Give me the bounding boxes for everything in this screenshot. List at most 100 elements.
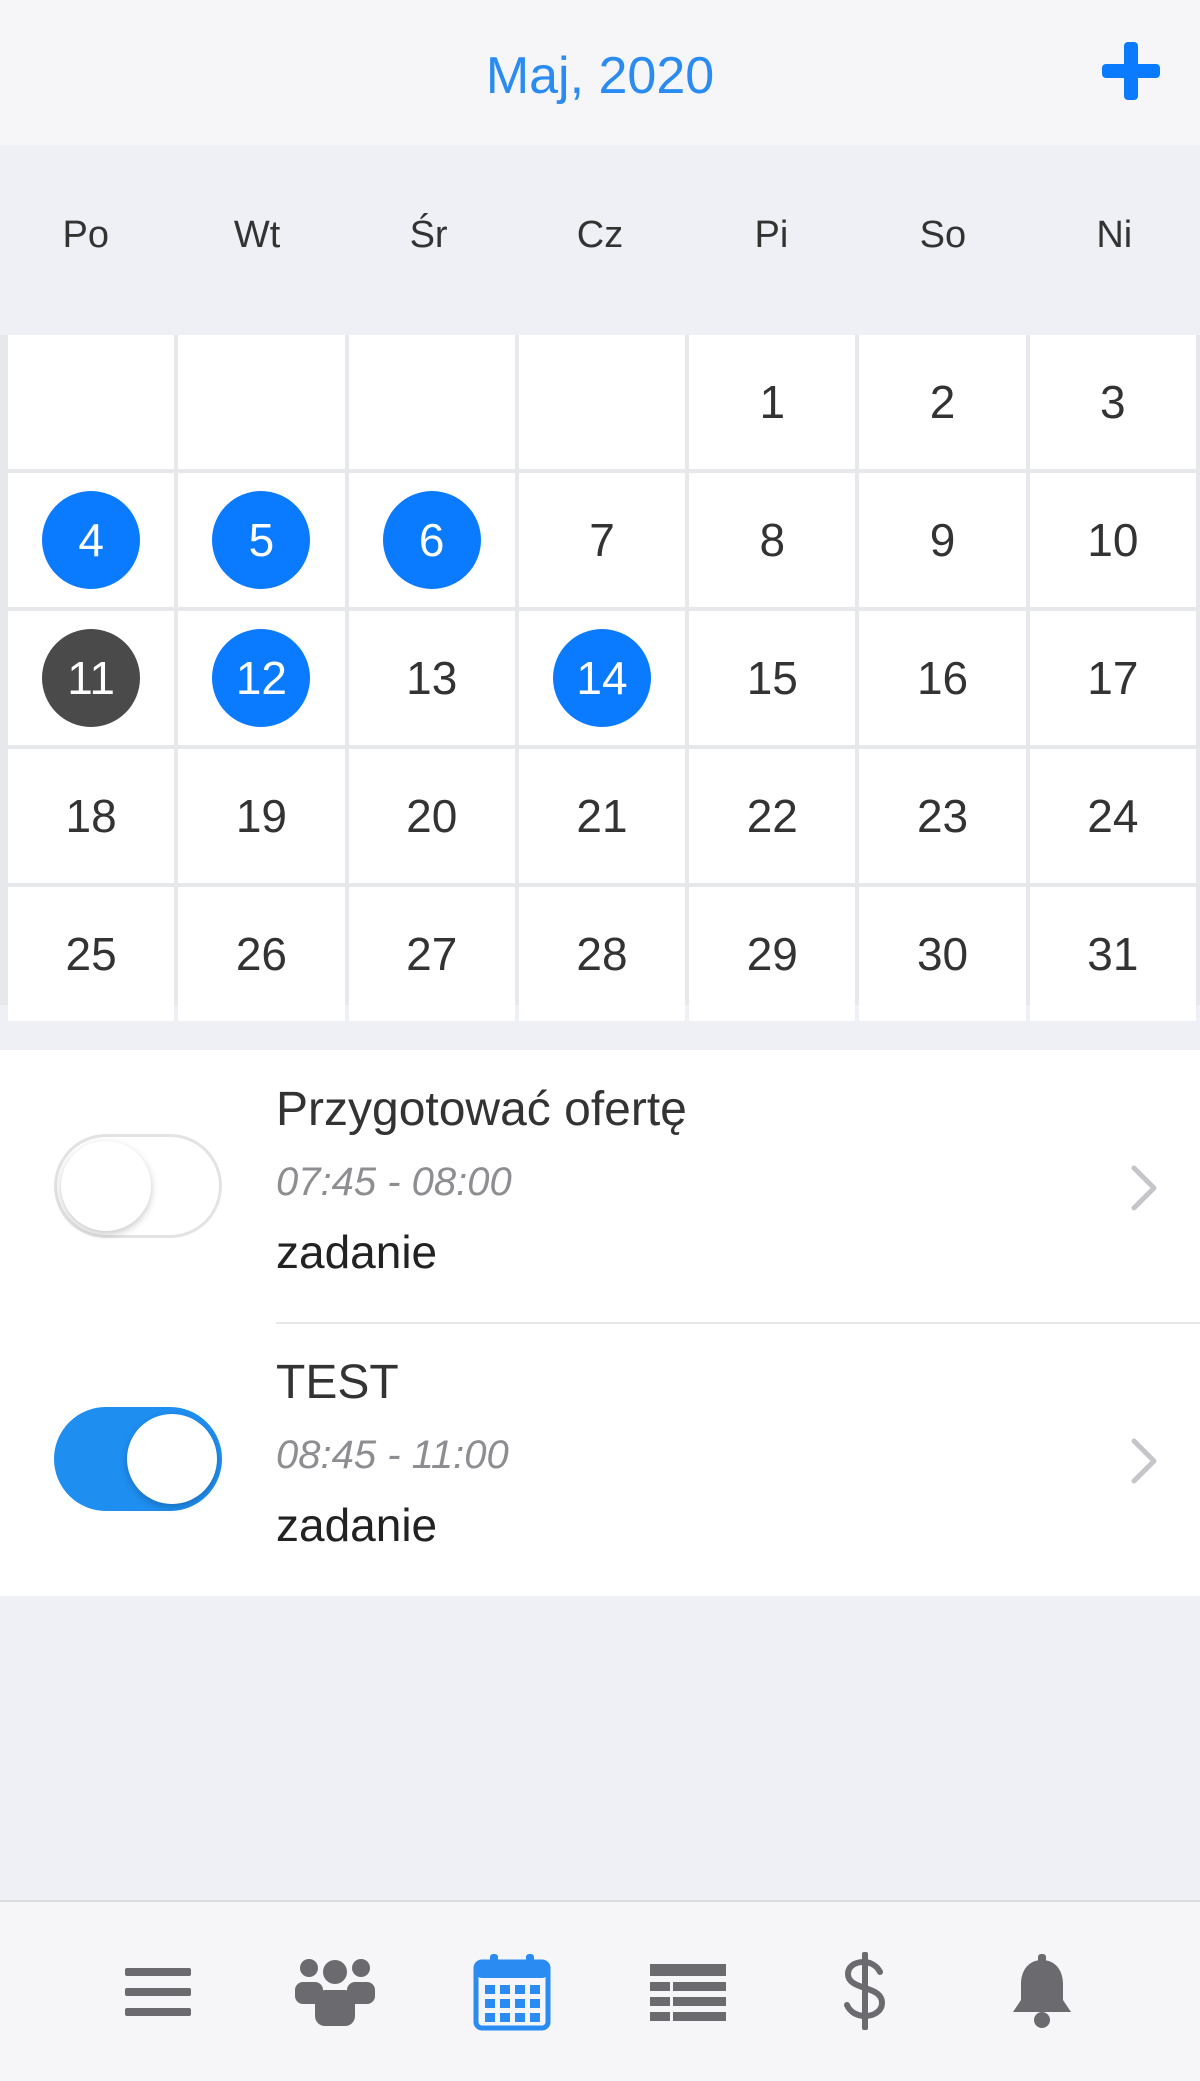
day-number: 24 — [1087, 790, 1139, 842]
day-number: 9 — [929, 514, 956, 566]
weekday-header: Po Wt Śr Cz Pi So Ni — [0, 145, 1200, 335]
day-number: 5 — [212, 491, 311, 589]
calendar-day[interactable]: 16 — [859, 611, 1026, 745]
calendar-empty-cell — [178, 335, 345, 469]
event-row[interactable]: Przygotować ofertę 07:45 - 08:00 zadanie — [0, 1050, 1200, 1324]
calendar-day[interactable]: 5 — [178, 473, 345, 607]
calendar-day[interactable]: 4 — [8, 473, 175, 607]
event-title: TEST — [276, 1356, 399, 1409]
day-number — [553, 353, 651, 451]
calendar-day[interactable]: 17 — [1029, 611, 1196, 745]
calendar-day[interactable]: 9 — [859, 473, 1026, 607]
calendar-day[interactable]: 26 — [178, 887, 345, 1021]
calendar-day[interactable]: 30 — [859, 887, 1026, 1021]
weekday-label: Pi — [754, 213, 789, 256]
tab-menu[interactable] — [108, 1942, 208, 2042]
event-toggle[interactable] — [54, 1407, 222, 1511]
chevron-right-icon — [1131, 1438, 1157, 1484]
calendar-empty-cell — [518, 335, 686, 469]
chevron-right-icon — [1131, 1165, 1157, 1211]
day-number: 31 — [1087, 928, 1139, 980]
calendar-empty-cell — [348, 335, 515, 469]
day-number: 14 — [552, 629, 651, 727]
calendar-day[interactable]: 27 — [348, 887, 515, 1021]
calendar-day[interactable]: 23 — [859, 749, 1026, 883]
calendar-day[interactable]: 28 — [518, 887, 686, 1021]
day-number: 8 — [759, 514, 786, 566]
toggle-knob — [61, 1141, 151, 1231]
calendar-day[interactable]: 19 — [178, 749, 345, 883]
header: Maj, 2020 — [0, 0, 1200, 145]
calendar-day[interactable]: 18 — [8, 749, 175, 883]
event-title: Przygotować ofertę — [276, 1083, 687, 1136]
dollar-icon — [843, 1951, 885, 2030]
calendar-day[interactable]: 13 — [348, 611, 515, 745]
day-number: 26 — [235, 928, 287, 980]
day-number: 13 — [406, 652, 458, 704]
weekday-label: So — [919, 213, 967, 256]
bell-icon — [1012, 1953, 1071, 2028]
tab-list[interactable] — [638, 1942, 738, 2042]
tab-calendar[interactable] — [462, 1942, 562, 2042]
day-number: 28 — [576, 928, 628, 980]
calendar-grid: 1 2 3 4 5 6 7 8 9 10 11 12 13 14 15 16 17 18 19 20 21 22 23 24 2… — [0, 335, 1200, 1021]
calendar-day[interactable]: 21 — [518, 749, 686, 883]
day-number: 27 — [406, 928, 458, 980]
calendar-day[interactable]: 3 — [1029, 335, 1196, 469]
event-row[interactable]: TEST 08:45 - 11:00 zadanie — [0, 1323, 1200, 1596]
day-number — [212, 353, 310, 451]
tab-contacts[interactable] — [285, 1942, 385, 2042]
day-number: 18 — [65, 790, 117, 842]
day-number: 6 — [382, 491, 481, 589]
calendar-day[interactable]: 7 — [518, 473, 686, 607]
day-number: 1 — [759, 376, 786, 428]
day-number: 7 — [589, 514, 615, 566]
list-icon — [650, 1963, 727, 2021]
event-type: zadanie — [276, 1226, 438, 1278]
calendar-icon — [473, 1953, 551, 2030]
calendar-day[interactable]: 6 — [348, 473, 515, 607]
calendar-day[interactable]: 11 — [8, 611, 175, 745]
menu-icon — [125, 1967, 192, 2016]
calendar-day[interactable]: 15 — [689, 611, 856, 745]
weekday-label: Śr — [409, 213, 448, 256]
add-event-button[interactable] — [1100, 40, 1162, 102]
event-time: 08:45 - 11:00 — [276, 1433, 509, 1477]
calendar-day[interactable]: 25 — [8, 887, 175, 1021]
calendar-day[interactable]: 24 — [1029, 749, 1196, 883]
calendar-day[interactable]: 20 — [348, 749, 515, 883]
calendar-day[interactable]: 31 — [1029, 887, 1196, 1021]
day-number: 15 — [746, 652, 798, 704]
day-number: 25 — [65, 928, 117, 980]
tab-finance[interactable] — [815, 1942, 915, 2042]
event-toggle[interactable] — [54, 1134, 222, 1238]
contacts-icon — [294, 1958, 375, 2026]
calendar-day[interactable]: 29 — [689, 887, 856, 1021]
day-number: 30 — [916, 928, 969, 980]
calendar-day[interactable]: 14 — [518, 611, 686, 745]
event-time: 07:45 - 08:00 — [276, 1160, 512, 1204]
month-title[interactable]: Maj, 2020 — [0, 46, 1200, 106]
day-number: 21 — [576, 790, 628, 842]
event-type: zadanie — [276, 1499, 438, 1551]
tab-notifications[interactable] — [992, 1942, 1092, 2042]
tab-bar — [0, 1900, 1200, 2081]
day-number: 23 — [916, 790, 969, 842]
calendar-day[interactable]: 22 — [689, 749, 856, 883]
calendar-day[interactable]: 1 — [689, 335, 856, 469]
weekday-label: Ni — [1096, 213, 1133, 256]
calendar-day[interactable]: 10 — [1029, 473, 1196, 607]
calendar-empty-cell — [8, 335, 175, 469]
day-number: 20 — [406, 790, 458, 842]
day-number: 2 — [929, 376, 956, 428]
day-number: 12 — [212, 629, 311, 727]
day-number: 19 — [235, 790, 287, 842]
day-number: 3 — [1100, 376, 1126, 428]
day-number: 4 — [42, 491, 141, 589]
day-number: 22 — [746, 790, 798, 842]
toggle-knob — [127, 1414, 217, 1504]
calendar-day[interactable]: 12 — [178, 611, 345, 745]
calendar-day[interactable]: 8 — [689, 473, 856, 607]
calendar-day[interactable]: 2 — [859, 335, 1026, 469]
plus-icon — [1102, 42, 1160, 100]
